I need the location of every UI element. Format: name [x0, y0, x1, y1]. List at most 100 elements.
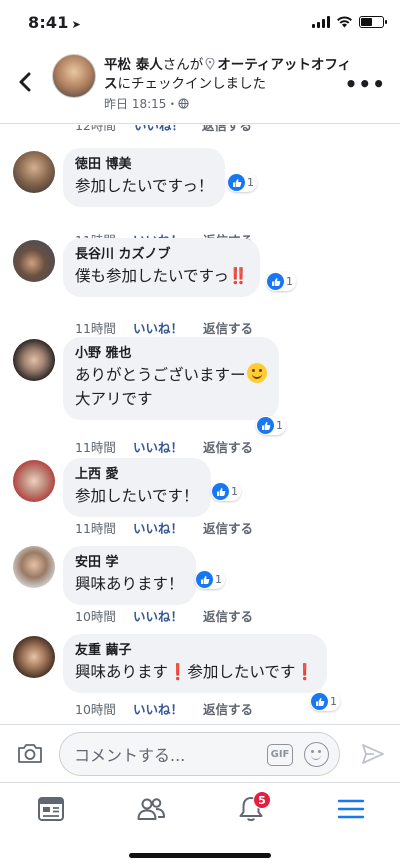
battery-icon [359, 16, 387, 28]
menu-icon[interactable] [336, 795, 366, 823]
friends-icon[interactable] [136, 795, 166, 823]
commenter-name[interactable]: 友重 繭子 [75, 642, 315, 660]
thumbs-up-icon [311, 693, 328, 710]
comment-text: 興味あります❗参加したいです❗ [75, 660, 315, 684]
like-link[interactable]: いいね！ [133, 699, 203, 718]
smiley-icon[interactable] [304, 742, 329, 767]
thumbs-up-icon [257, 417, 274, 434]
exclamation-emoji: ❗ [295, 663, 315, 681]
commenter-avatar[interactable] [13, 339, 55, 381]
action-suffix: にチェックインしました [117, 76, 267, 92]
comment-text-part2: 参加したいです [187, 663, 296, 681]
commenter-name[interactable]: 小野 雅也 [75, 345, 267, 363]
comment-time: 11時間 [75, 521, 116, 536]
reply-link[interactable]: 返信する [203, 699, 253, 718]
reaction-number: 1 [231, 485, 238, 498]
camera-icon[interactable] [16, 741, 44, 765]
reply-link[interactable]: 返信する [203, 318, 253, 337]
commenter-avatar[interactable] [13, 240, 55, 282]
comment-text: 僕も参加したいですっ‼️ [75, 264, 248, 288]
reaction-number: 1 [276, 419, 283, 432]
comment-bubble[interactable]: 安田 学 興味あります！ [63, 546, 196, 605]
reaction-count[interactable]: 1 [256, 416, 286, 435]
commenter-avatar[interactable] [13, 546, 55, 588]
news-feed-icon[interactable] [36, 795, 66, 823]
commenter-name[interactable]: 安田 学 [75, 554, 184, 572]
comment-time: 12時間 [75, 125, 116, 133]
comment-actions: 10時間 いいね！ 返信する [75, 699, 253, 718]
author-name[interactable]: 平松 泰人 [104, 57, 163, 73]
comment-time: 10時間 [75, 702, 116, 717]
reaction-count[interactable]: 1 [211, 482, 241, 501]
commenter-avatar[interactable] [13, 636, 55, 678]
meta-separator: ・ [166, 97, 179, 111]
clock-time: 8:41 [28, 13, 69, 32]
like-link[interactable]: いいね！ [133, 437, 203, 456]
thumbs-up-icon [267, 273, 284, 290]
globe-icon [178, 98, 190, 109]
comment-input[interactable] [74, 743, 254, 767]
comment-text-line1: ありがとうございますー [75, 366, 246, 384]
reply-link[interactable]: 返信する [203, 606, 253, 625]
like-link[interactable]: いいね！ [133, 318, 203, 337]
comment-bubble[interactable]: 上西 愛 参加したいです！ [63, 458, 211, 517]
thumbs-up-icon [228, 174, 245, 191]
commenter-avatar[interactable] [13, 151, 55, 193]
comment-bubble[interactable]: 徳田 博美 参加したいですっ！ [63, 148, 226, 207]
comment-bubble[interactable]: 長谷川 カズノブ 僕も参加したいですっ‼️ [63, 238, 261, 297]
comment-text: 参加したいです！ [75, 487, 199, 505]
thumbs-up-icon [212, 483, 229, 500]
commenter-name[interactable]: 徳田 博美 [75, 156, 213, 174]
comment-text: 興味あります！ [75, 575, 184, 593]
comment-bubble[interactable]: 小野 雅也 ありがとうございますー 大アリです [63, 337, 279, 420]
post-timestamp: 昨日 18:15 [104, 97, 167, 111]
author-avatar[interactable] [52, 54, 96, 98]
post-meta: 昨日 18:15・ [104, 95, 354, 114]
reaction-count[interactable]: 1 [227, 173, 257, 192]
post-header: 平松 泰人さんが オーティアットオフィスにチェックインしました 昨日 18:15・… [0, 48, 400, 124]
more-dots-icon: ••• [344, 72, 386, 96]
like-link[interactable]: いいね！ [133, 518, 203, 537]
bottom-tab-bar: 5 [0, 782, 400, 866]
home-indicator[interactable] [129, 853, 271, 858]
reaction-count[interactable]: 1 [266, 272, 296, 291]
commenter-name[interactable]: 長谷川 カズノブ [75, 246, 248, 264]
smiling-face-emoji [246, 363, 267, 383]
comment-text: 参加したいですっ！ [75, 177, 214, 195]
status-time: 8:41 ➤ [28, 13, 81, 32]
comment-actions: 11時間 いいね！ 返信する [75, 318, 253, 337]
location-arrow-icon: ➤ [71, 18, 82, 31]
send-icon[interactable] [360, 741, 386, 767]
comment-time: 11時間 [75, 321, 116, 336]
post-headline: 平松 泰人さんが オーティアットオフィスにチェックインしました 昨日 18:15・ [104, 56, 354, 114]
gif-button[interactable]: GIF [267, 744, 293, 766]
reply-link[interactable]: 返信する [203, 437, 253, 456]
commenter-avatar[interactable] [13, 460, 55, 502]
like-link[interactable]: いいね！ [134, 125, 184, 134]
back-button[interactable] [14, 70, 38, 94]
comment-composer: GIF [0, 724, 400, 782]
thumbs-up-icon [196, 571, 213, 588]
reaction-count[interactable]: 1 [195, 570, 225, 589]
reaction-number: 1 [330, 695, 337, 708]
comment-time: 11時間 [75, 440, 116, 455]
comment-bubble[interactable]: 友重 繭子 興味あります❗参加したいです❗ [63, 634, 327, 693]
reply-link[interactable]: 返信する [203, 518, 253, 537]
comment-list: 12時間 いいね！ 返信する 徳田 博美 参加したいですっ！ 1 11時間 いい… [0, 125, 400, 723]
more-options-button[interactable]: ••• [345, 72, 386, 96]
reaction-count[interactable]: 1 [310, 692, 340, 711]
comment-actions: 10時間 いいね！ 返信する [75, 606, 253, 625]
exclamation-emoji: ❗ [168, 663, 188, 681]
reaction-number: 1 [215, 573, 222, 586]
commenter-name[interactable]: 上西 愛 [75, 466, 199, 484]
comment-actions: 11時間 いいね！ 返信する [75, 518, 253, 537]
reaction-number: 1 [286, 275, 293, 288]
wifi-icon [337, 16, 352, 28]
like-link[interactable]: いいね！ [133, 606, 203, 625]
reply-link[interactable]: 返信する [202, 125, 252, 134]
cellular-signal-icon [312, 16, 330, 28]
double-exclamation-emoji: ‼️ [228, 267, 249, 285]
comment-input-box[interactable]: GIF [59, 732, 340, 776]
comment-text-body: 僕も参加したいですっ [75, 267, 229, 285]
comment-text-part1: 興味あります [75, 663, 169, 681]
